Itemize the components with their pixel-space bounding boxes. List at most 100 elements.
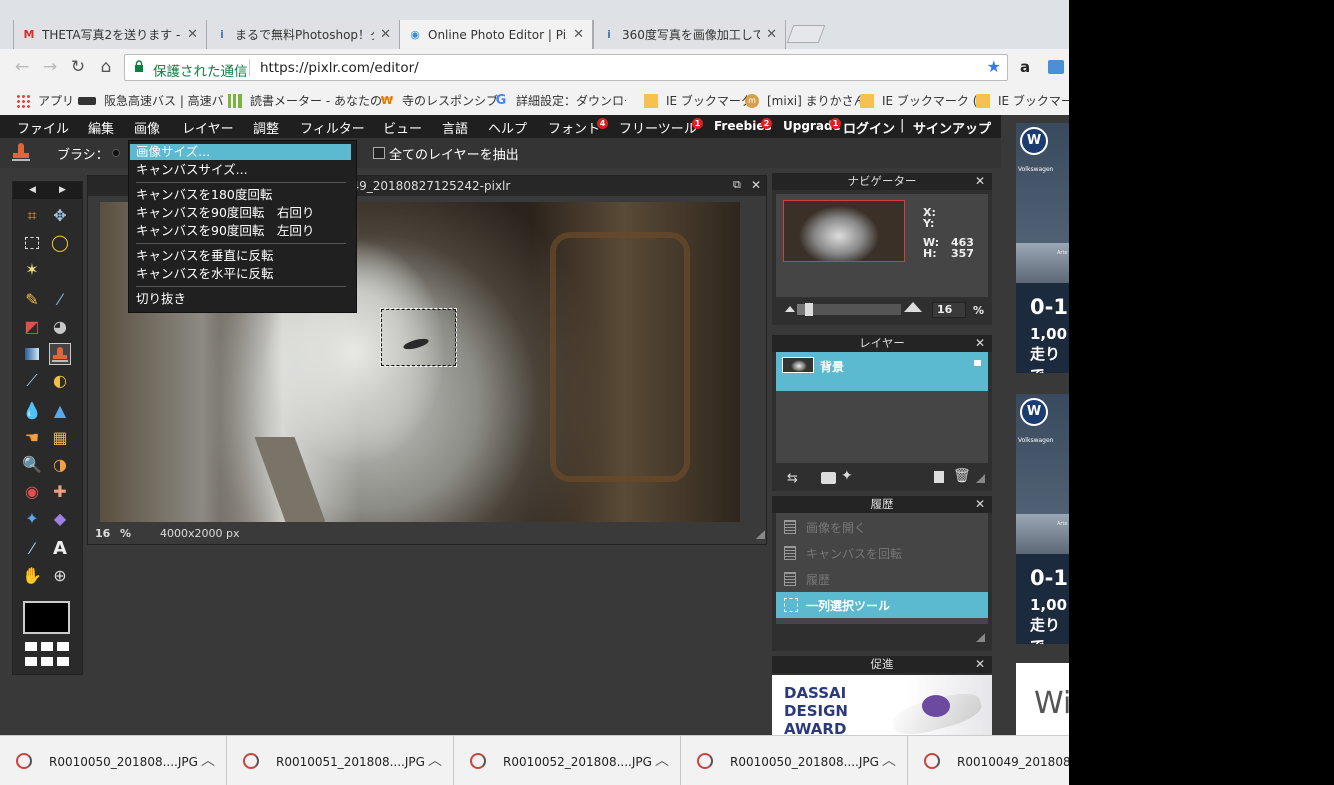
blur-tool-icon[interactable]: 💧 <box>21 400 43 422</box>
bookmark-folder-ie-2[interactable]: IE ブックマーク ( <box>976 92 1069 109</box>
smudge-tool-icon[interactable]: ☚ <box>21 427 43 449</box>
advertisement-banner[interactable]: W Volkswagen Arte 0-1 1,00 走りで <box>1016 123 1069 373</box>
restore-window-icon[interactable]: ⧉ <box>733 178 741 192</box>
bookmark-apps[interactable]: アプリ <box>16 92 74 109</box>
menu-item-flip-horizontal[interactable]: キャンバスを水平に反転 <box>136 266 274 282</box>
brush-preview[interactable] <box>112 149 120 157</box>
bookmark-folder-ie-1[interactable]: IE ブックマーク (1) <box>860 92 990 109</box>
download-item[interactable]: R0010052_201808....JPG ︿ <box>454 736 681 785</box>
login-link[interactable]: ログイン <box>843 118 895 137</box>
pencil-tool-icon[interactable]: ✎ <box>21 289 43 311</box>
bookmark-star-icon[interactable]: ★ <box>987 57 1001 76</box>
close-tab-icon[interactable]: ✕ <box>573 27 584 42</box>
zoom-value[interactable]: 16 <box>95 527 110 540</box>
tab-photoshop-article[interactable]: i まるで無料Photoshop！グ ✕ <box>206 20 399 49</box>
resize-grip-icon[interactable] <box>756 530 765 539</box>
clone-stamp-tool-icon[interactable] <box>49 343 71 365</box>
menu-item-rotate-180[interactable]: キャンバスを180度回転 <box>136 187 272 203</box>
history-item[interactable]: 画像を開く <box>776 514 988 540</box>
menu-language[interactable]: 言語 <box>442 118 468 137</box>
move-tool-icon[interactable]: ✥ <box>49 205 71 227</box>
trash-icon[interactable]: 🗑 <box>953 468 971 484</box>
close-panel-icon[interactable]: ✕ <box>975 335 985 352</box>
download-item[interactable]: R0010050_201808....JPG ︿ <box>0 736 227 785</box>
secure-connection-label[interactable]: 保護された通信 <box>153 60 248 80</box>
drawing-tool-icon[interactable]: ◐ <box>49 370 71 392</box>
navigator-thumbnail[interactable] <box>783 200 905 262</box>
toolbox-collapse-right-icon[interactable]: ▶ <box>59 185 66 195</box>
close-panel-icon[interactable]: ✕ <box>975 496 985 513</box>
promo-ad[interactable]: DASSAI DESIGN AWARD <box>772 675 992 735</box>
menu-item-crop[interactable]: 切り抜き <box>136 291 186 307</box>
history-item-active[interactable]: 一列選択ツール <box>776 592 988 618</box>
spot-heal-tool-icon[interactable]: ✚ <box>49 481 71 503</box>
menu-free-tools[interactable]: フリーツール <box>619 118 697 137</box>
layer-style-icon[interactable]: ✦ <box>841 468 853 484</box>
bookmark-dokusho-meter[interactable]: 読書メーター - あなたの <box>228 92 382 109</box>
url-text[interactable]: https://pixlr.com/editor/ <box>260 60 419 76</box>
sharpen-tool-icon[interactable]: ▲ <box>49 400 71 422</box>
grid-layout-icon[interactable] <box>25 642 69 668</box>
menu-filter[interactable]: フィルター <box>300 118 365 137</box>
bloat-tool-icon[interactable]: ✦ <box>21 508 43 530</box>
forward-arrow-icon[interactable]: → <box>40 57 60 77</box>
home-icon[interactable]: ⌂ <box>96 57 116 77</box>
history-item[interactable]: キャンバスを回転 <box>776 540 988 566</box>
sponge-tool-icon[interactable]: ▦ <box>49 427 71 449</box>
resize-grip-icon[interactable] <box>976 633 985 642</box>
menu-view[interactable]: ビュー <box>383 118 422 137</box>
menu-fonts[interactable]: フォント <box>548 118 600 137</box>
bookmark-download-settings[interactable]: G 詳細設定：ダウンロード <box>494 92 626 109</box>
chevron-up-icon[interactable]: ︿ <box>428 750 442 770</box>
burn-tool-icon[interactable]: ◑ <box>49 454 71 476</box>
zoom-out-icon[interactable] <box>785 306 795 312</box>
hand-tool-icon[interactable]: ✋ <box>21 565 43 587</box>
zoom-slider[interactable] <box>797 303 901 316</box>
menu-layer[interactable]: レイヤー <box>182 118 234 137</box>
address-bar[interactable]: 保護された通信 https://pixlr.com/editor/ ★ <box>124 54 1008 81</box>
layer-settings-icon[interactable]: ⇆ <box>787 471 798 486</box>
dodge-tool-icon[interactable]: 🔍 <box>21 454 43 476</box>
type-tool-icon[interactable]: A <box>49 538 71 560</box>
download-item[interactable]: R0010050_201808....JPG ︿ <box>681 736 908 785</box>
bookmark-mixi[interactable]: m [mixi] まりかさん <box>745 92 866 109</box>
gradient-tool-icon[interactable] <box>21 343 43 365</box>
reload-icon[interactable]: ↻ <box>68 57 88 77</box>
sample-all-layers-checkbox[interactable] <box>373 147 385 159</box>
new-layer-icon[interactable] <box>934 471 944 483</box>
extension-badge-icon[interactable] <box>1046 57 1068 77</box>
resize-grip-icon[interactable] <box>976 474 985 483</box>
red-eye-tool-icon[interactable]: ◉ <box>21 481 43 503</box>
lasso-tool-icon[interactable]: ◯ <box>49 232 71 254</box>
menu-item-canvas-size[interactable]: キャンバスサイズ... <box>136 162 248 178</box>
color-swatch[interactable] <box>23 601 70 634</box>
menu-image[interactable]: 画像 <box>134 118 160 137</box>
advertisement-banner[interactable]: Wi <box>1016 663 1069 735</box>
close-tab-icon[interactable]: ✕ <box>380 27 391 42</box>
tab-pixlr[interactable]: ◉ Online Photo Editor | Pixl ✕ <box>399 20 593 49</box>
eraser-tool-icon[interactable]: ◩ <box>21 316 43 338</box>
menu-adjust[interactable]: 調整 <box>253 118 279 137</box>
amazon-extension-icon[interactable]: a <box>1015 57 1035 77</box>
menu-item-rotate-90-cw[interactable]: キャンバスを90度回転 右回り <box>136 205 314 221</box>
selection-marquee[interactable] <box>380 308 457 367</box>
menu-help[interactable]: ヘルプ <box>488 118 527 137</box>
color-picker-tool-icon[interactable]: ⁄ <box>21 538 43 560</box>
paint-bucket-tool-icon[interactable]: ◕ <box>49 316 71 338</box>
bookmark-tera-responsive[interactable]: ₩ 寺のレスポンシブ <box>380 92 498 109</box>
marquee-tool-icon[interactable] <box>21 232 43 254</box>
advertisement-banner[interactable]: W Volkswagen Arte 0-1 1,00 走りで <box>1016 394 1069 644</box>
menu-item-rotate-90-ccw[interactable]: キャンバスを90度回転 左回り <box>136 223 314 239</box>
chevron-up-icon[interactable]: ︿ <box>655 750 669 770</box>
toolbox-collapse-left-icon[interactable]: ◀ <box>29 185 36 195</box>
bookmark-hankyu-bus[interactable]: 阪急高速バス | 高速バ <box>78 92 224 109</box>
menu-edit[interactable]: 編集 <box>88 118 114 137</box>
menu-item-image-size[interactable]: 画像サイズ... <box>130 144 351 160</box>
close-panel-icon[interactable]: ✕ <box>975 656 985 673</box>
tab-gmail[interactable]: M THETA写真2を送ります - ca ✕ <box>13 20 206 49</box>
tab-360-article[interactable]: i 360度写真を画像加工して ✕ <box>593 20 786 49</box>
chevron-up-icon[interactable]: ︿ <box>882 750 896 770</box>
color-replace-tool-icon[interactable]: ⟋ <box>21 370 43 392</box>
new-tab-button[interactable] <box>786 25 826 43</box>
zoom-in-icon[interactable] <box>904 302 922 312</box>
